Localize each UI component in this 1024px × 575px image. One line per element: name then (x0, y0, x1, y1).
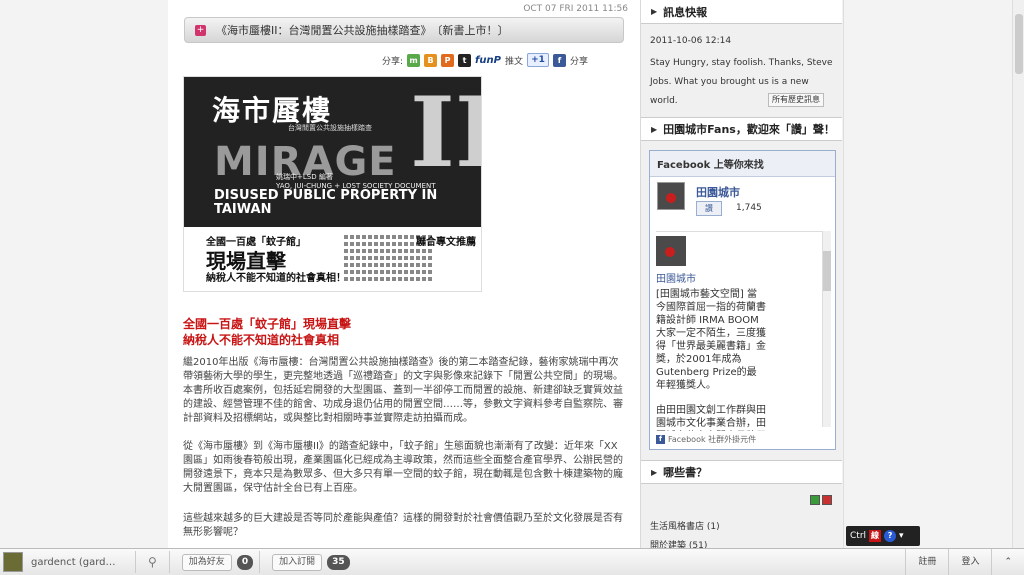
add-friend-button[interactable]: 加為好友 (181, 553, 232, 571)
share-label: 分享: (382, 56, 404, 67)
help-icon[interactable]: ? (884, 530, 897, 542)
subscribe-button[interactable]: 加入訂閱 (272, 553, 323, 571)
paragraph-3: 這些越來越多的巨大建設是否等同於產能與產值？這樣的開發對於社會價值觀乃至於文化發… (183, 513, 623, 538)
plus-icon: + (195, 24, 206, 36)
share-bar: 分享: m B P t funP 推文 +1 f 分享 (382, 53, 588, 67)
funp-button[interactable]: funP (475, 55, 501, 66)
headline: 全國一百處「蚊子館」現場直擊 納稅人不能不知道的社會真相 (183, 316, 351, 348)
search-icon[interactable]: ⚲ (148, 555, 157, 569)
mini-buttons (810, 495, 832, 505)
history-button[interactable]: 所有歷史訊息 (768, 93, 824, 107)
facebook-widget: Facebook 上等你來找 田園城市 讚 1,745 田園城市 [田園城市藝文… (649, 150, 836, 450)
fb-scrollbar[interactable] (822, 231, 831, 427)
fb-footer-label[interactable]: Facebook 社群外掛元件 (668, 434, 756, 445)
username[interactable]: gardenct (gard… (31, 557, 129, 568)
register-link[interactable]: 註冊 (905, 549, 948, 575)
fb-page-name[interactable]: 田園城市 (696, 184, 740, 200)
books-header: ▶ 哪些書？ (641, 460, 842, 484)
bottom-toolbar: gardenct (gard… ⚲ 加為好友 0 加入訂閱 35 註冊 登入 ⌃ (0, 548, 1024, 575)
collapse-icon[interactable] (822, 495, 832, 505)
cover-english-title: DISUSED PUBLIC PROPERTY IN TAIWAN (214, 188, 438, 217)
cover-band3: 納稅人不能不知道的社會真相！ (206, 273, 346, 284)
cover-top: 海市蜃樓 台灣閒置公共設施抽樣踏查 MIRAGE II 姚瑞中+LSD 編著 Y… (184, 76, 481, 227)
user-avatar[interactable] (3, 552, 23, 572)
fans-header: ▶ 田園城市Fans，歡迎來「讚」聲！ (641, 117, 842, 141)
list-item-1[interactable]: 生活風格書店 (1) (650, 519, 720, 532)
plus1-button[interactable]: +1 (526, 53, 549, 67)
facebook-icon[interactable]: f (552, 53, 566, 67)
post-title[interactable]: 《海市蜃樓II：台灣閒置公共設施抽樣踏查》 〔新書上市！〕 (216, 22, 509, 38)
expand-icon[interactable] (810, 495, 820, 505)
page-scroll-thumb[interactable] (1015, 14, 1023, 74)
facebook-icon: f (656, 435, 665, 444)
dropdown-icon[interactable]: ▾ (899, 531, 904, 541)
left-gutter (0, 0, 168, 548)
login-link[interactable]: 登入 (948, 549, 991, 575)
list-item-2[interactable]: 開於建築 (51) (650, 538, 707, 548)
share-twitter-icon[interactable]: t (458, 53, 472, 67)
cover-subtitle: 台灣閒置公共設施抽樣踏查 (288, 124, 372, 132)
fb-stream-text: [田園城市藝文空間] 當今國際首屈一指的荷蘭書籍設計師 IRMA BOOM大家一… (656, 289, 766, 391)
fb-stream-avatar[interactable] (656, 236, 686, 266)
post-title-bar[interactable]: + 《海市蜃樓II：台灣閒置公共設施抽樣踏查》 〔新書上市！〕 (184, 17, 624, 43)
ctrl-label: Ctrl (850, 531, 867, 541)
cover-recommend: 聯合專文推薦 (416, 237, 476, 248)
fans-title: 田園城市Fans，歡迎來「讚」聲！ (663, 123, 835, 136)
fb-scroll-thumb[interactable] (823, 251, 831, 291)
fb-stream-text-2: 由田田園文創工作群與田園城市文化事業合辦，田園城市藝文空間十月將展出這位做「書本… (656, 405, 766, 429)
floating-toolbar[interactable]: Ctrl 線 ? ▾ (846, 526, 920, 546)
fb-page-avatar[interactable] (657, 182, 685, 210)
fb-like-count: 1,745 (736, 203, 762, 213)
fb-share-label[interactable]: 分享 (570, 54, 588, 67)
share-blogger-icon[interactable]: B (424, 53, 438, 67)
fb-stream: 田園城市 [田園城市藝文空間] 當今國際首屈一指的荷蘭書籍設計師 IRMA BO… (656, 231, 822, 431)
subscribe-count-badge: 35 (327, 554, 350, 570)
post-content: OCT 07 FRI 2011 11:56 + 《海市蜃樓II：台灣閒置公共設施… (168, 0, 640, 548)
share-m-icon[interactable]: m (407, 53, 421, 67)
collapse-arrow-icon[interactable]: ⌃ (991, 549, 1024, 575)
bottom-right-group: 註冊 登入 ⌃ (905, 549, 1024, 575)
book-cover-image: 海市蜃樓 台灣閒置公共設施抽樣踏查 MIRAGE II 姚瑞中+LSD 編著 Y… (183, 76, 482, 292)
paragraph-2: 從《海市蜃樓》到《海市蜃樓II》的踏查紀錄中，「蚊子館」生態面貌也漸漸有了改變：… (183, 441, 623, 494)
triangle-right-icon: ▶ (651, 7, 658, 16)
fb-footer: f Facebook 社群外掛元件 (656, 434, 756, 445)
fb-widget-header: Facebook 上等你來找 (650, 151, 835, 177)
friend-count-badge: 0 (236, 554, 254, 570)
cover-authors-zh: 姚瑞中+LSD 編著 (276, 173, 333, 181)
headline-line1: 全國一百處「蚊子館」現場直擊 (183, 317, 352, 331)
right-gutter (843, 0, 1024, 548)
cover-roman-two: II (410, 76, 481, 189)
page-scrollbar[interactable] (1012, 0, 1024, 548)
news-title: 訊息快報 (663, 5, 708, 19)
tool-red-icon[interactable]: 線 (869, 530, 882, 542)
news-header: ▶ 訊息快報 (641, 0, 842, 24)
news-date: 2011-10-06 12:14 (650, 36, 732, 46)
post-date: OCT 07 FRI 2011 11:56 (523, 4, 628, 14)
books-title: 哪些書？ (663, 466, 708, 479)
triangle-right-icon: ▶ (651, 467, 658, 477)
fb-stream-name[interactable]: 田園城市 (656, 270, 822, 285)
sidebar: ▶ 訊息快報 2011-10-06 12:14 Stay Hungry, sta… (640, 0, 842, 548)
headline-line2: 納稅人不能不知道的社會真相 (183, 333, 340, 347)
fb-like-button[interactable]: 讚 (696, 201, 722, 216)
share-plurk-icon[interactable]: P (441, 53, 455, 67)
funp-suffix[interactable]: 推文 (505, 54, 523, 67)
paragraph-1: 繼2010年出版《海市蜃樓：台灣閒置公共設施抽樣踏查》後的第二本踏查紀錄，藝術家… (183, 357, 623, 424)
triangle-right-icon: ▶ (651, 124, 658, 134)
